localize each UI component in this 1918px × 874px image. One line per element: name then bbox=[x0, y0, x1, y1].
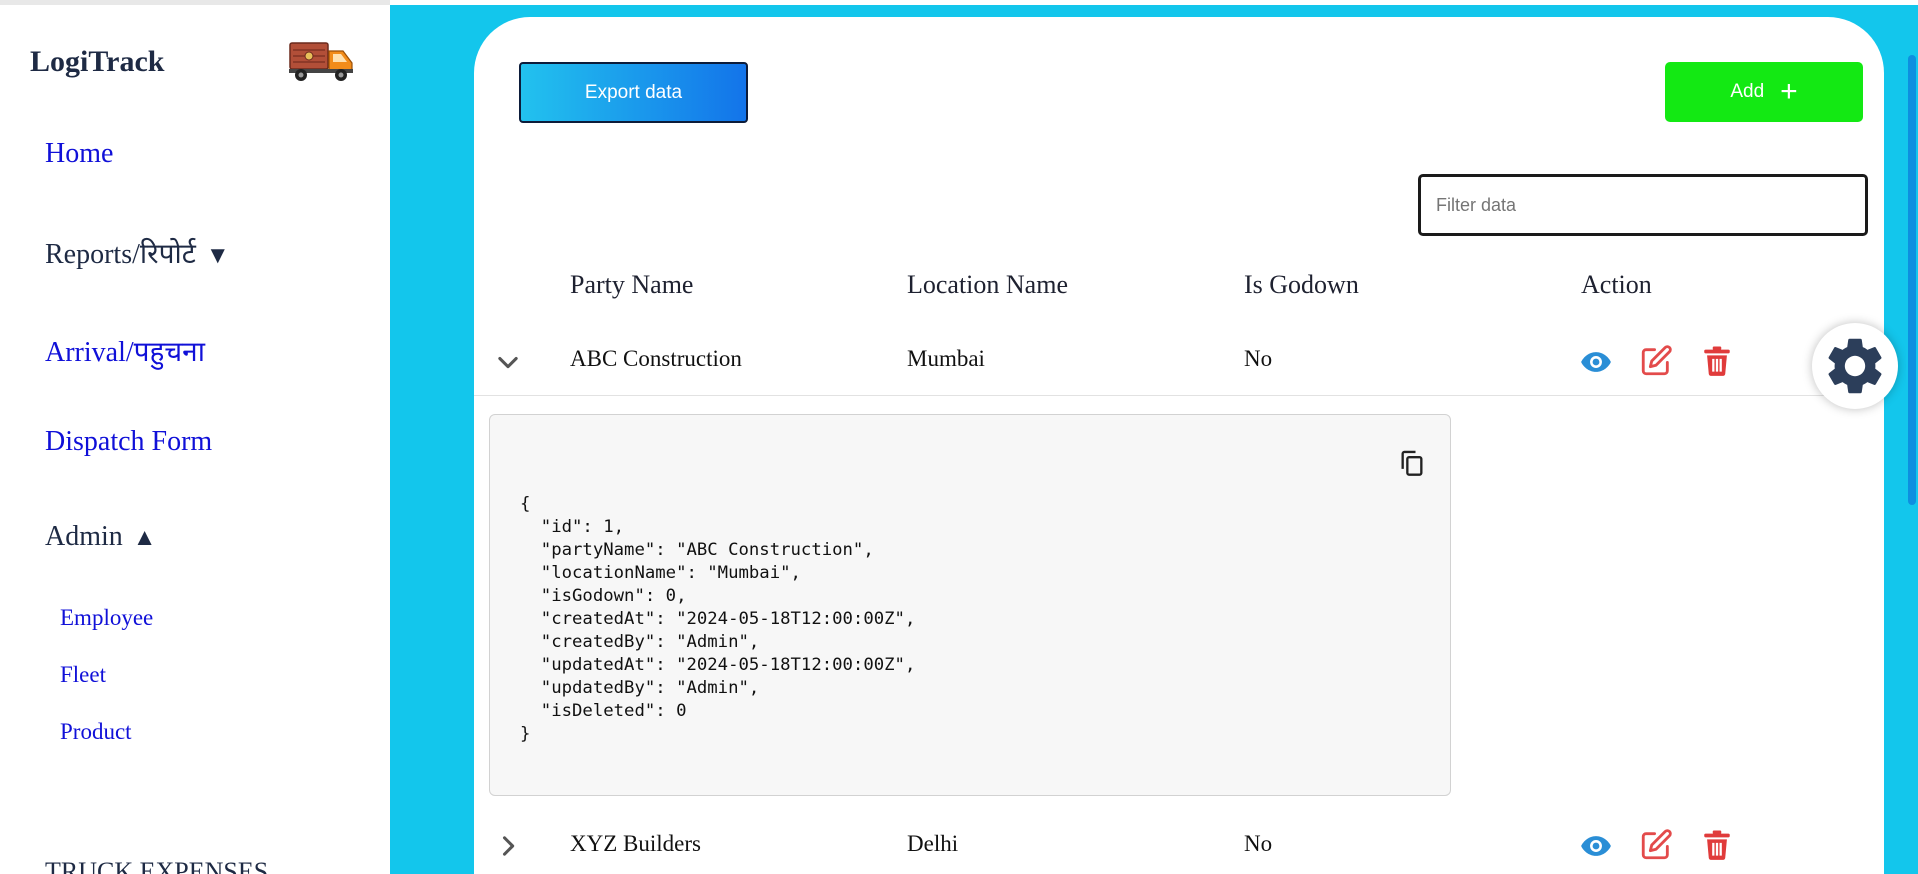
truck-icon bbox=[289, 42, 353, 81]
app-title: LogiTrack bbox=[30, 45, 165, 78]
column-header-is-godown: Is Godown bbox=[1244, 270, 1359, 299]
column-header-party-name: Party Name bbox=[570, 270, 694, 299]
edit-icon[interactable] bbox=[1639, 828, 1673, 862]
nav-employee[interactable]: Employee bbox=[60, 605, 153, 631]
cell-is-godown: No bbox=[1244, 346, 1273, 371]
chevron-down-icon[interactable] bbox=[494, 348, 522, 376]
copy-icon[interactable] bbox=[1398, 449, 1426, 477]
cell-party-name: ABC Construction bbox=[570, 346, 742, 371]
eye-icon[interactable] bbox=[1579, 345, 1613, 379]
scrollbar[interactable] bbox=[1906, 5, 1918, 874]
column-header-action: Action bbox=[1581, 270, 1652, 299]
row-detail-json: { "id": 1, "partyName": "ABC Constructio… bbox=[489, 414, 1451, 796]
gear-icon bbox=[1828, 338, 1882, 394]
caret-up-icon: ▲ bbox=[132, 525, 157, 551]
add-button[interactable]: Add + bbox=[1665, 62, 1863, 122]
nav-arrival[interactable]: Arrival/पहुचना bbox=[45, 332, 205, 370]
sidebar: LogiTrack Home Reports/रिपोर्ट ▼ Arrival/… bbox=[0, 0, 390, 874]
nav-dispatch-form[interactable]: Dispatch Form bbox=[45, 426, 212, 458]
trash-icon[interactable] bbox=[1700, 828, 1734, 862]
column-header-location-name: Location Name bbox=[907, 270, 1068, 299]
plus-icon: + bbox=[1780, 75, 1798, 108]
nav-reports[interactable]: Reports/रिपोर्ट ▼ bbox=[45, 234, 230, 272]
export-data-button[interactable]: Export data bbox=[519, 62, 748, 123]
nav-admin[interactable]: Admin ▲ bbox=[45, 521, 157, 553]
eye-icon[interactable] bbox=[1579, 829, 1613, 863]
trash-icon[interactable] bbox=[1700, 344, 1734, 378]
cell-location-name: Mumbai bbox=[907, 346, 985, 371]
chevron-right-icon[interactable] bbox=[494, 832, 522, 860]
settings-button[interactable] bbox=[1812, 323, 1898, 409]
cell-location-name: Delhi bbox=[907, 831, 959, 856]
cell-party-name: XYZ Builders bbox=[570, 831, 701, 856]
caret-down-icon: ▼ bbox=[205, 243, 230, 269]
main-panel: Export data Add + Party Name Location Na… bbox=[474, 17, 1884, 874]
content-area: Export data Add + Party Name Location Na… bbox=[390, 5, 1918, 874]
nav-truck-expenses[interactable]: TRUCK EXPENSES bbox=[45, 857, 268, 874]
cell-is-godown: No bbox=[1244, 831, 1273, 856]
nav-reports-label: Reports/रिपोर्ट bbox=[45, 239, 196, 270]
add-button-label: Add bbox=[1730, 81, 1765, 102]
edit-icon[interactable] bbox=[1639, 344, 1673, 378]
filter-input[interactable] bbox=[1418, 174, 1868, 236]
nav-home[interactable]: Home bbox=[45, 138, 113, 170]
row-divider bbox=[474, 395, 1884, 396]
nav-fleet[interactable]: Fleet bbox=[60, 662, 106, 688]
nav-admin-label: Admin bbox=[45, 521, 123, 552]
json-content: { "id": 1, "partyName": "ABC Constructio… bbox=[520, 494, 916, 744]
scrollbar-thumb[interactable] bbox=[1908, 55, 1916, 505]
nav-product[interactable]: Product bbox=[60, 719, 132, 745]
